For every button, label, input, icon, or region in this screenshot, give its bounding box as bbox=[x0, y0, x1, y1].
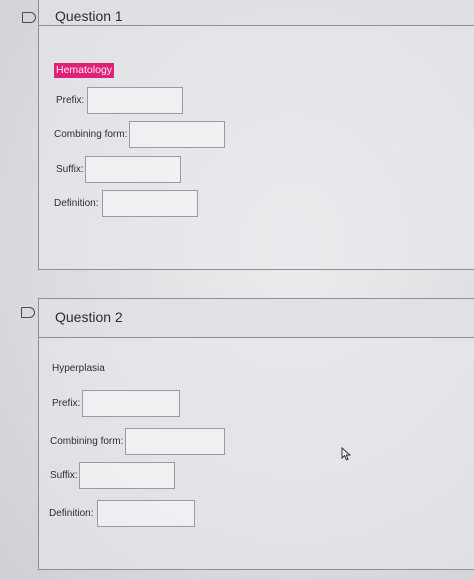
flag-icon[interactable] bbox=[22, 12, 36, 23]
prefix-input[interactable] bbox=[87, 87, 184, 114]
mouse-pointer-icon bbox=[341, 447, 351, 461]
combining-form-label: Combining form: bbox=[54, 129, 128, 140]
suffix-input[interactable] bbox=[84, 156, 181, 183]
suffix-label: Suffix: bbox=[50, 470, 78, 481]
combining-form-row: Combining form: bbox=[50, 428, 226, 455]
prefix-row: Prefix: bbox=[56, 87, 184, 114]
definition-row: Definition: bbox=[49, 500, 196, 527]
definition-input[interactable] bbox=[102, 190, 199, 217]
combining-form-input[interactable] bbox=[125, 428, 226, 455]
question-1-header: Question 1 bbox=[39, 0, 474, 26]
definition-input[interactable] bbox=[97, 500, 196, 527]
combining-form-label: Combining form: bbox=[50, 436, 124, 447]
question-2-header: Question 2 bbox=[39, 299, 474, 338]
flag-column bbox=[0, 0, 38, 580]
prefix-label: Prefix: bbox=[52, 398, 81, 409]
flag-icon[interactable] bbox=[21, 307, 35, 318]
definition-label: Definition: bbox=[54, 198, 99, 209]
definition-label: Definition: bbox=[49, 508, 94, 519]
suffix-label: Suffix: bbox=[56, 164, 84, 175]
term-highlight: Hematology bbox=[54, 63, 115, 78]
question-title: Question 2 bbox=[55, 309, 123, 325]
combining-form-row: Combining form: bbox=[54, 121, 226, 148]
prefix-label: Prefix: bbox=[56, 95, 85, 106]
quiz-page: Question 1 Hematology Prefix: Combining … bbox=[0, 0, 474, 580]
prefix-input[interactable] bbox=[82, 390, 181, 417]
definition-row: Definition: bbox=[54, 190, 199, 217]
suffix-row: Suffix: bbox=[50, 462, 175, 489]
suffix-input[interactable] bbox=[78, 462, 175, 489]
suffix-row: Suffix: bbox=[56, 156, 181, 183]
combining-form-input[interactable] bbox=[129, 121, 226, 148]
question-title: Question 1 bbox=[55, 8, 123, 24]
prefix-row: Prefix: bbox=[52, 390, 181, 417]
term-label: Hyperplasia bbox=[52, 363, 105, 374]
